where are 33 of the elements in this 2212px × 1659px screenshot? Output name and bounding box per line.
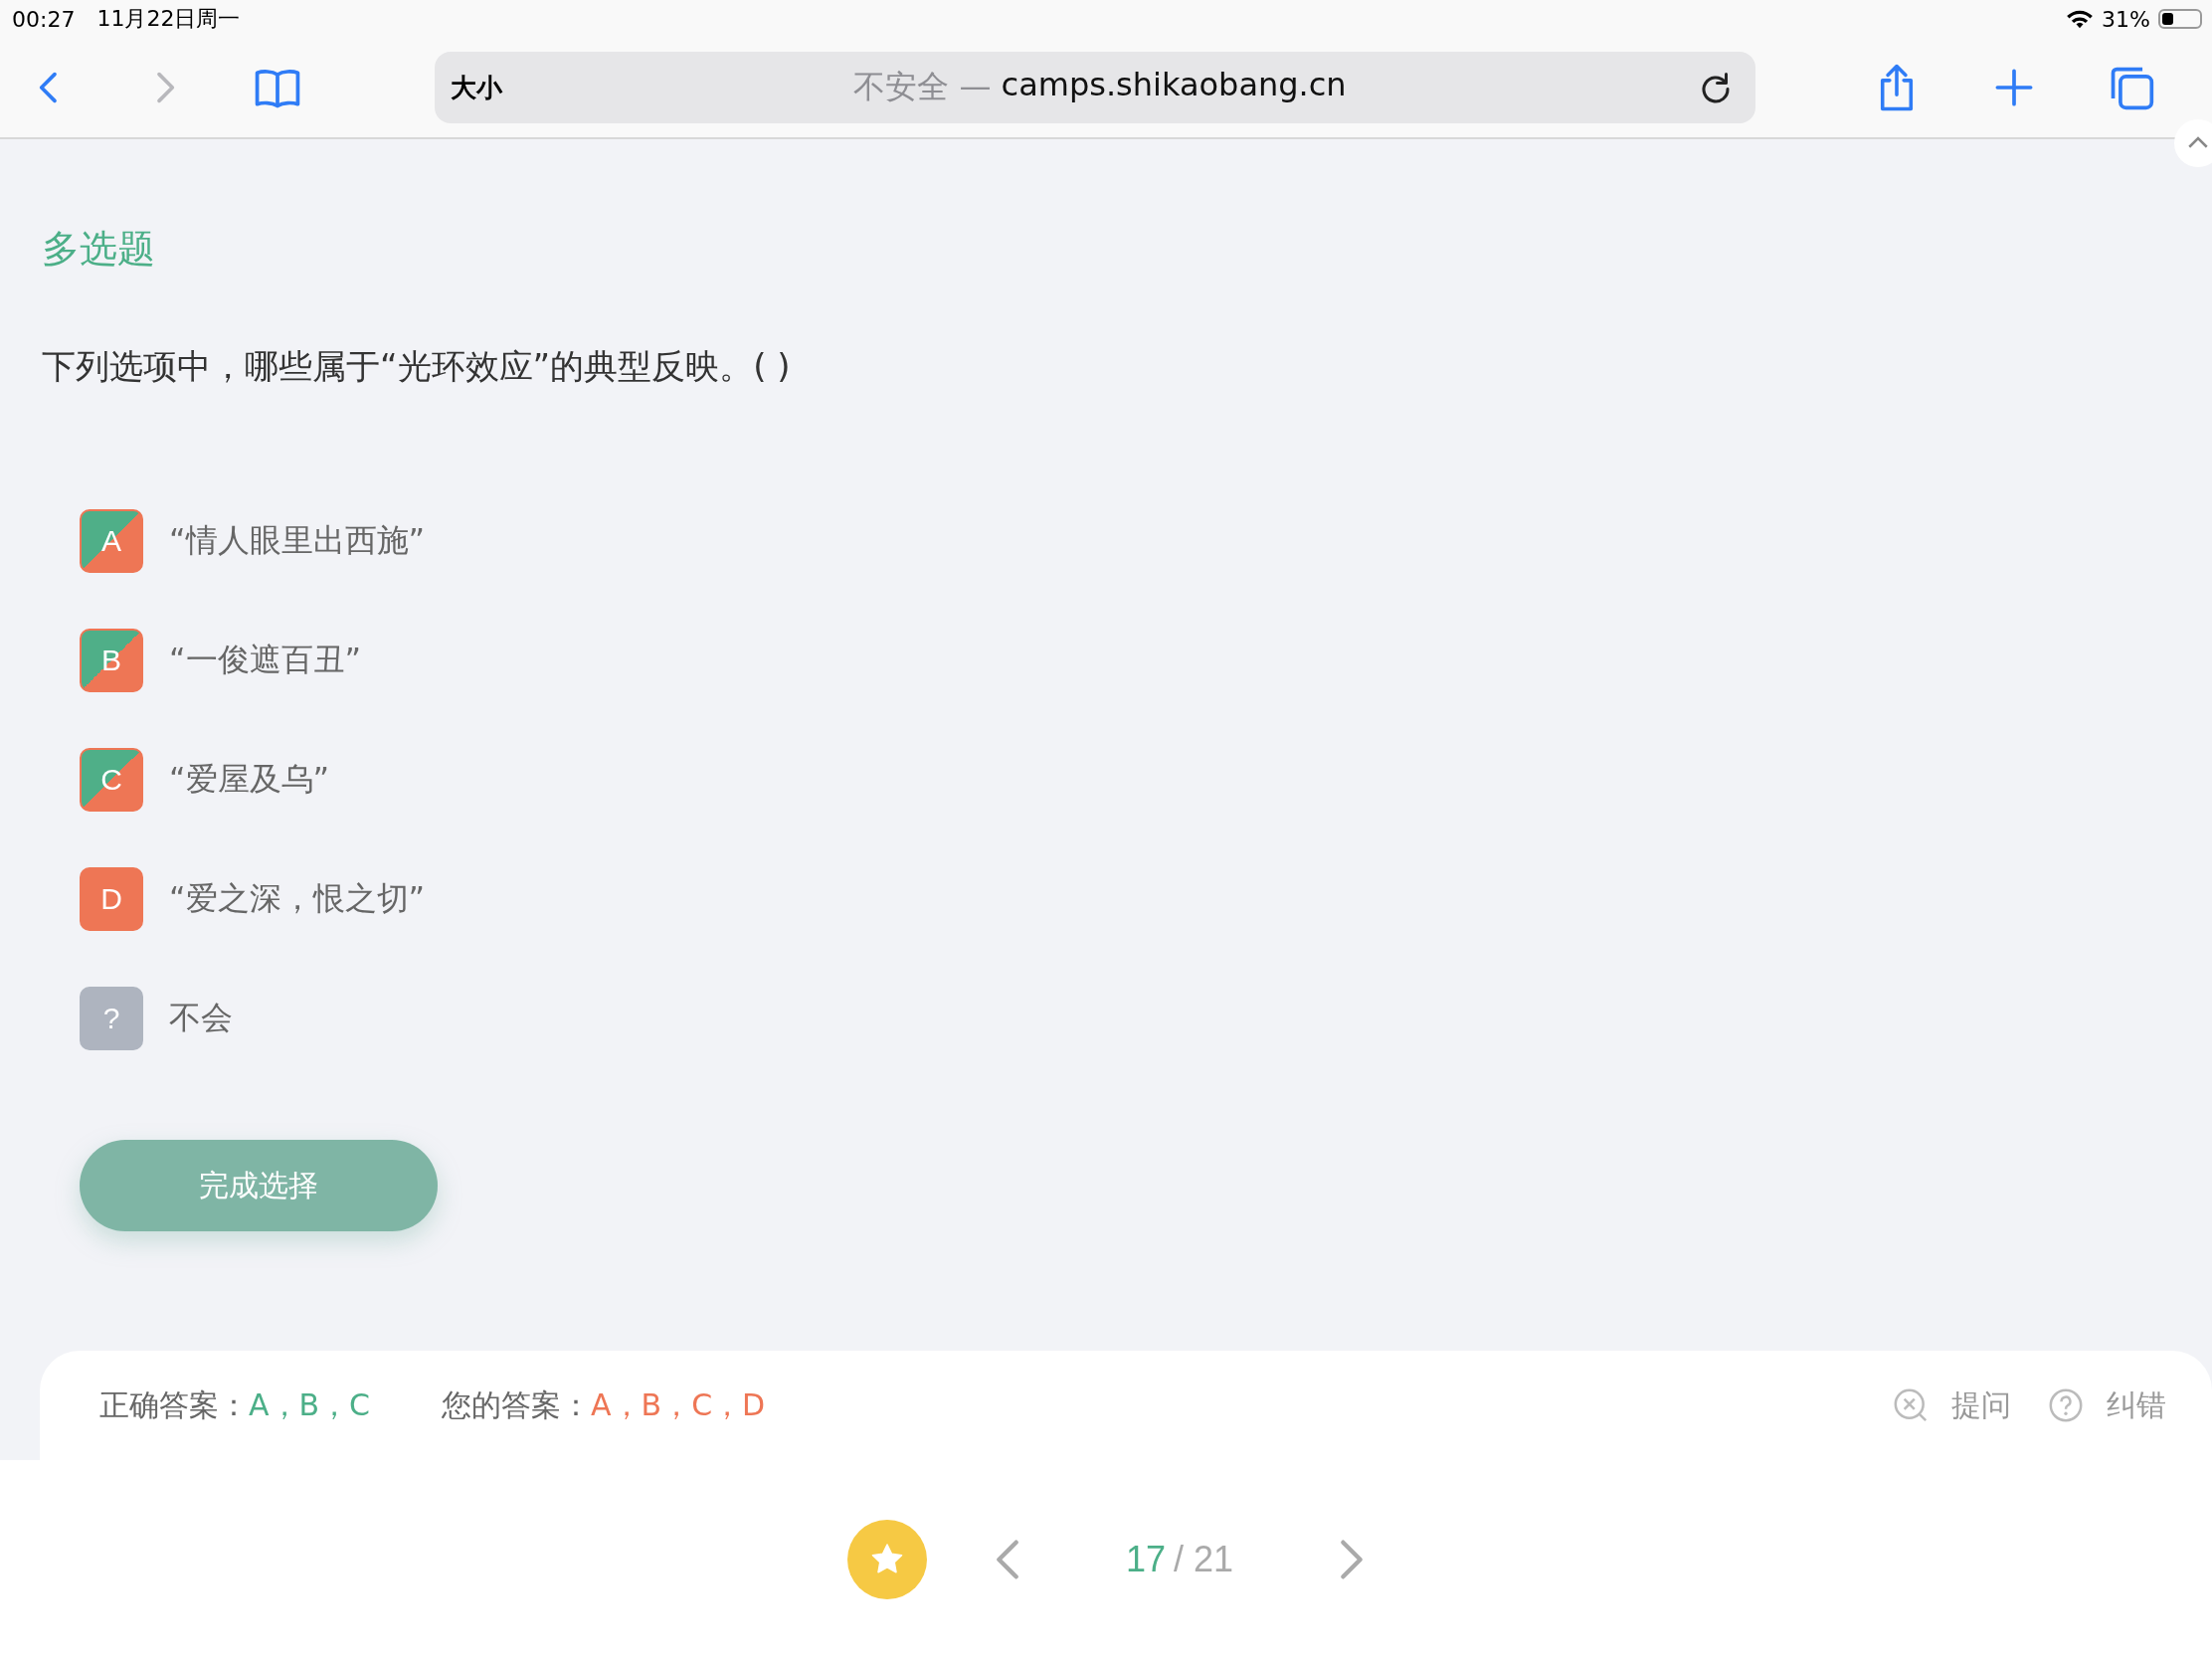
answer-label: 您的答案： bbox=[442, 1385, 592, 1424]
submit-button[interactable]: 完成选择 bbox=[80, 1140, 438, 1231]
previous-icon[interactable] bbox=[995, 1538, 1020, 1581]
wifi-icon bbox=[2066, 8, 2095, 30]
security-label: 不安全 — bbox=[853, 67, 992, 107]
new-tab-icon[interactable] bbox=[1994, 68, 2034, 107]
text-size-button[interactable]: 大小 bbox=[451, 70, 502, 105]
option-text[interactable]: “爱之深，恨之切” bbox=[169, 877, 426, 921]
battery-icon bbox=[2158, 9, 2202, 29]
next-icon[interactable] bbox=[1339, 1538, 1365, 1581]
url-text: camps.shikaobang.cn bbox=[1001, 66, 1347, 105]
help-icon[interactable] bbox=[2047, 1386, 2085, 1424]
option-text[interactable]: “一俊遮百丑” bbox=[169, 639, 362, 682]
option-text[interactable]: 不会 bbox=[169, 997, 233, 1040]
action-link[interactable]: 纠错 bbox=[2107, 1384, 2166, 1426]
question-text: 下列选项中，哪些属于“光环效应”的典型反映。( ) bbox=[42, 345, 792, 388]
option-text[interactable]: “爱屋及乌” bbox=[169, 758, 330, 802]
question-type: 多选题 bbox=[42, 226, 156, 273]
option-text[interactable]: “情人眼里出西施” bbox=[169, 519, 426, 563]
answer-value: A，B，C，D bbox=[591, 1385, 766, 1424]
status-date: 11月22日周一 bbox=[96, 5, 241, 33]
status-time: 00:27 bbox=[12, 6, 76, 32]
current-page: 17 bbox=[1125, 1539, 1166, 1580]
address-bar[interactable]: 大小 不安全 — camps.shikaobang.cn bbox=[435, 52, 1755, 123]
battery-percent: 31% bbox=[2102, 6, 2150, 32]
option-key[interactable]: ? bbox=[80, 987, 143, 1050]
answer-value: A，B，C bbox=[249, 1385, 371, 1424]
scroll-top-button[interactable] bbox=[2174, 119, 2212, 167]
close-circle-icon[interactable] bbox=[1892, 1386, 1930, 1424]
option-key[interactable]: D bbox=[80, 867, 143, 931]
total-pages: / 21 bbox=[1174, 1539, 1234, 1580]
action-link[interactable]: 提问 bbox=[1951, 1384, 2011, 1426]
answer-label: 正确答案： bbox=[99, 1385, 249, 1424]
